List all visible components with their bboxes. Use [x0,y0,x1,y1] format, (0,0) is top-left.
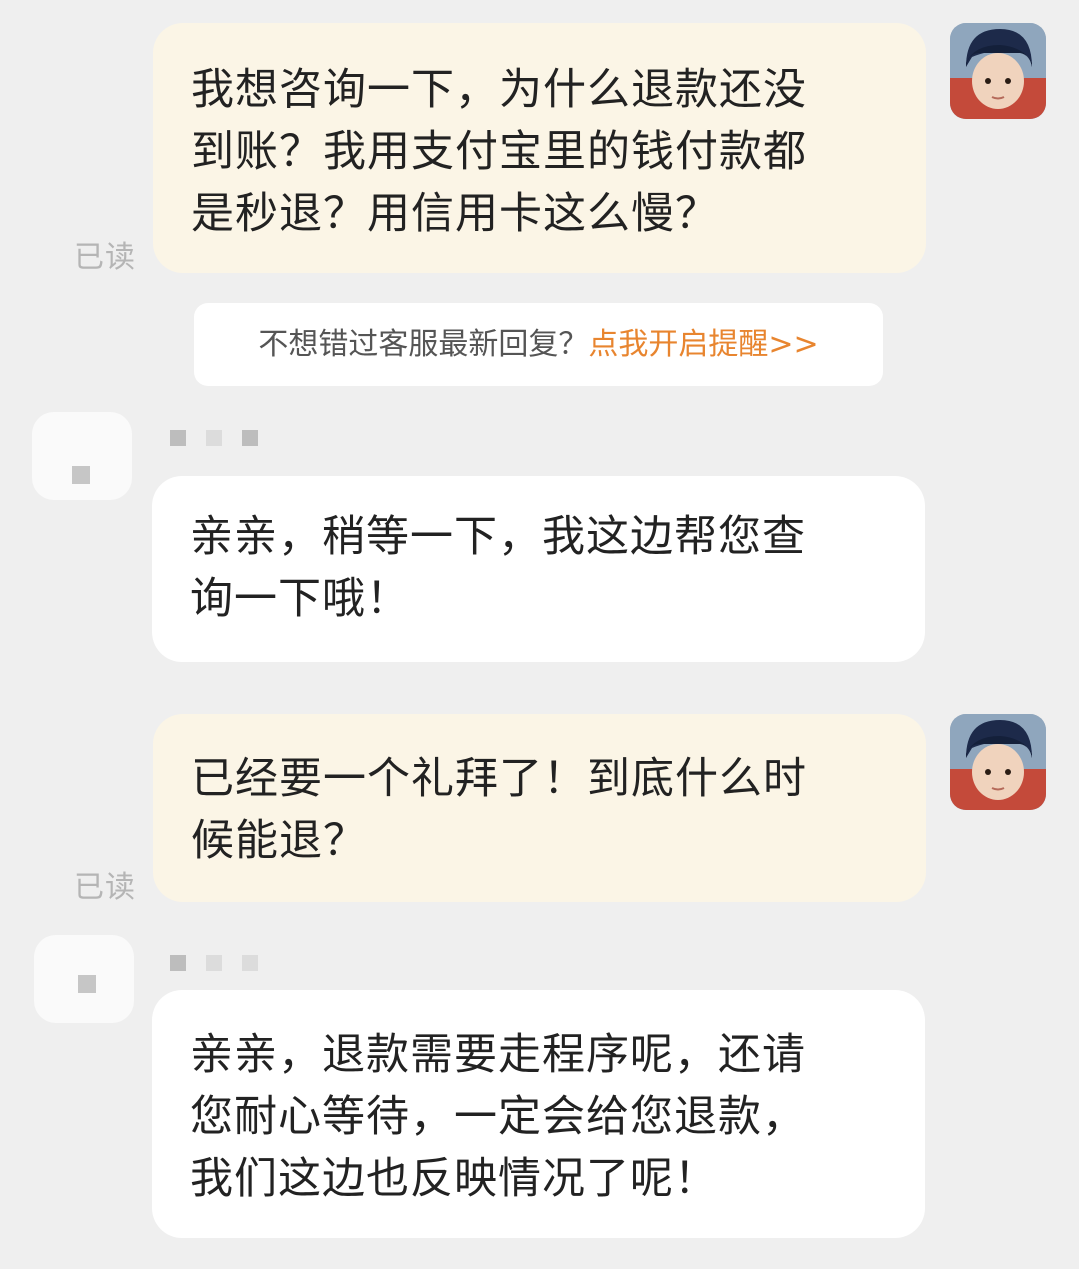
message-bubble-user-2[interactable]: 已经要一个礼拜了！到底什么时 候能退？ [153,714,926,902]
agent-name [170,430,278,450]
user-avatar-icon [950,23,1046,119]
message-text: 亲亲，稍等一下，我这边帮您查 询一下哦！ [190,512,806,624]
message-bubble-user-1[interactable]: 我想咨询一下，为什么退款还没 到账？我用支付宝里的钱付款都 是秒退？用信用卡这么… [153,23,926,273]
user-avatar-icon [950,714,1046,810]
agent-avatar-icon [72,466,90,484]
agent-avatar-icon [78,975,96,993]
reminder-notice[interactable]: 不想错过客服最新回复？点我开启提醒>> [194,303,883,386]
message-text: 我想咨询一下，为什么退款还没 到账？我用支付宝里的钱付款都 是秒退？用信用卡这么… [191,65,807,239]
user-avatar[interactable] [950,23,1046,119]
user-avatar[interactable] [950,714,1046,810]
agent-avatar[interactable] [34,935,134,1023]
notice-text: 不想错过客服最新回复？ [258,327,589,362]
agent-avatar[interactable] [32,412,132,500]
message-text: 已经要一个礼拜了！到底什么时 候能退？ [191,754,807,866]
notice-link[interactable]: 点我开启提醒>> [588,327,818,362]
read-status: 已读 [74,240,136,275]
message-bubble-agent-2[interactable]: 亲亲，退款需要走程序呢，还请 您耐心等待，一定会给您退款， 我们这边也反映情况了… [152,990,925,1238]
agent-name [170,955,278,975]
message-bubble-agent-1[interactable]: 亲亲，稍等一下，我这边帮您查 询一下哦！ [152,476,925,662]
read-status: 已读 [74,870,136,905]
message-text: 亲亲，退款需要走程序呢，还请 您耐心等待，一定会给您退款， 我们这边也反映情况了… [190,1030,806,1204]
